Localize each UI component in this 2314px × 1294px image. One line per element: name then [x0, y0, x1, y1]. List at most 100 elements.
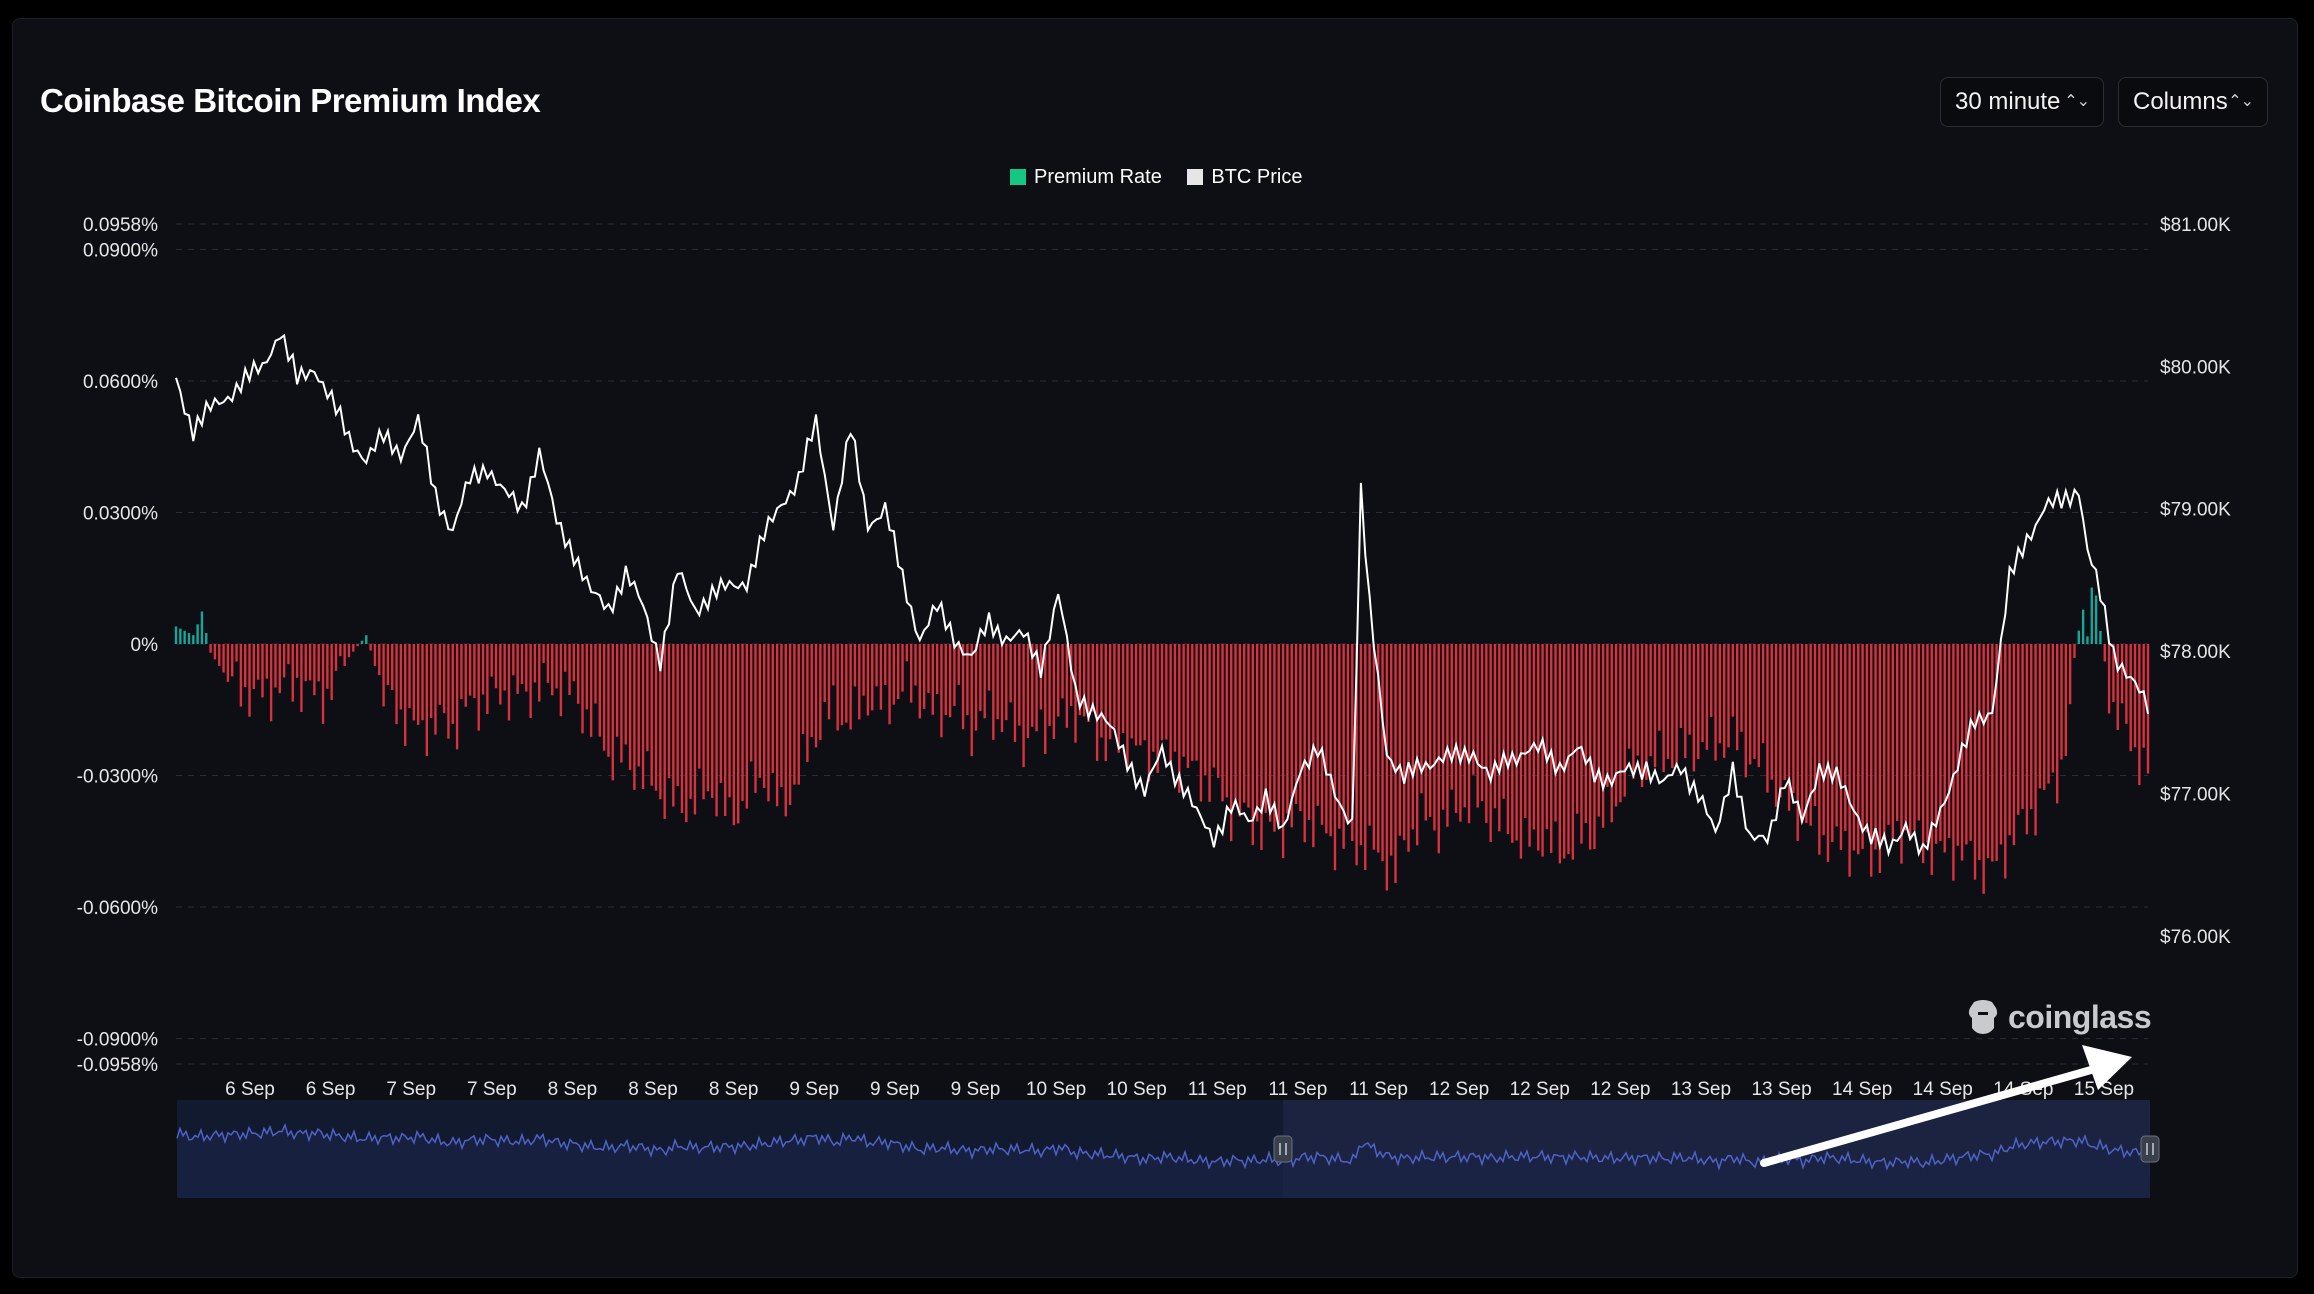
premium-bar [2090, 587, 2093, 644]
premium-bar [819, 644, 822, 741]
premium-bar [1826, 644, 1830, 862]
premium-bar [1463, 644, 1466, 808]
premium-bar [360, 640, 364, 644]
premium-bar [1402, 644, 1406, 841]
premium-bar [1480, 644, 1484, 802]
premium-bar [213, 644, 217, 660]
premium-bar [1839, 644, 1843, 850]
premium-bar [1562, 644, 1566, 859]
premium-bar [183, 630, 186, 644]
premium-bar [953, 644, 956, 706]
navigator-handle-right[interactable] [2140, 1135, 2160, 1163]
premium-bar [1748, 644, 1752, 765]
premium-bar [2021, 644, 2024, 810]
premium-bar [806, 644, 809, 762]
premium-bar [486, 644, 489, 714]
premium-bar [654, 644, 658, 791]
premium-bar [1740, 644, 1743, 732]
premium-bar [758, 644, 762, 778]
premium-bar [1528, 644, 1531, 847]
premium-bar [269, 644, 273, 722]
premium-bar [1126, 644, 1129, 771]
x-tick-label: 6 Sep [306, 1079, 356, 1100]
premium-bar [698, 644, 701, 769]
premium-bar [1364, 644, 1367, 871]
premium-bar [1476, 644, 1479, 808]
premium-bar [282, 644, 286, 678]
premium-bar [823, 644, 826, 703]
right-tick-label: $81.00K [2160, 215, 2231, 236]
premium-bar [2129, 644, 2132, 752]
premium-bar [1580, 644, 1583, 844]
premium-bar [1969, 644, 1972, 841]
premium-bar [1934, 644, 1938, 844]
premium-bar [1026, 644, 1030, 739]
premium-bar [1169, 644, 1172, 765]
premium-bar [611, 644, 614, 781]
premium-bar [222, 644, 225, 673]
premium-bar [1640, 644, 1644, 788]
premium-bar [1658, 644, 1661, 731]
premium-bar [827, 644, 831, 720]
premium-bar [1904, 644, 1908, 831]
premium-bar [291, 644, 294, 702]
premium-bar [2068, 644, 2072, 705]
premium-bar [1865, 644, 1869, 833]
premium-bar [715, 644, 718, 817]
premium-bar [1268, 644, 1272, 822]
premium-bar [905, 644, 909, 662]
premium-bar [1645, 644, 1648, 780]
premium-bar [1731, 644, 1735, 717]
premium-bar [1433, 644, 1436, 831]
premium-bar [1666, 644, 1670, 759]
premium-bar [706, 644, 710, 792]
premium-bar [295, 644, 299, 678]
premium-bar [935, 644, 939, 695]
premium-bar [1307, 644, 1311, 820]
right-tick-label: $76.00K [2160, 927, 2231, 948]
premium-bar [992, 644, 995, 740]
premium-bar [1718, 644, 1722, 744]
premium-bar [680, 644, 684, 813]
premium-bar [581, 644, 584, 734]
premium-bar [1225, 644, 1229, 798]
premium-bar [330, 644, 333, 701]
premium-bar [300, 644, 303, 712]
premium-bar [641, 644, 645, 790]
premium-bar [1165, 644, 1168, 740]
premium-bar [914, 644, 917, 686]
premium-bar [1022, 644, 1025, 768]
premium-bar [663, 644, 666, 819]
premium-bar [1441, 644, 1445, 810]
premium-bar [741, 644, 744, 801]
premium-bar [1662, 644, 1665, 772]
premium-bar [1610, 644, 1613, 823]
premium-bar [304, 644, 307, 682]
navigator-handle-left[interactable] [1273, 1135, 1293, 1163]
premium-bar [689, 644, 692, 799]
premium-bar [2004, 644, 2007, 879]
coinglass-watermark: coinglass [1966, 998, 2152, 1036]
premium-bar [1848, 644, 1851, 877]
premium-bar [832, 644, 835, 686]
right-axis-ticks: $81.00K $80.00K $79.00K $78.00K $77.00K $76.0… [2160, 215, 2231, 948]
range-navigator[interactable] [176, 1100, 2160, 1198]
premium-bar [672, 644, 675, 807]
premium-bar [1541, 644, 1544, 857]
premium-bar [1519, 644, 1523, 859]
premium-bar [2012, 644, 2016, 846]
premium-bar [1588, 644, 1592, 850]
premium-bar [749, 644, 753, 762]
premium-bar [2120, 644, 2124, 704]
premium-bar [1973, 644, 1977, 880]
premium-bar [1800, 644, 1804, 823]
premium-bar [1134, 644, 1138, 746]
premium-bar [585, 644, 589, 710]
premium-bar [602, 644, 606, 751]
premium-bar [840, 644, 844, 726]
premium-bar [970, 644, 973, 757]
premium-bar [455, 644, 459, 750]
premium-bar [849, 644, 852, 730]
premium-bar [356, 644, 359, 647]
premium-bar [244, 644, 247, 688]
